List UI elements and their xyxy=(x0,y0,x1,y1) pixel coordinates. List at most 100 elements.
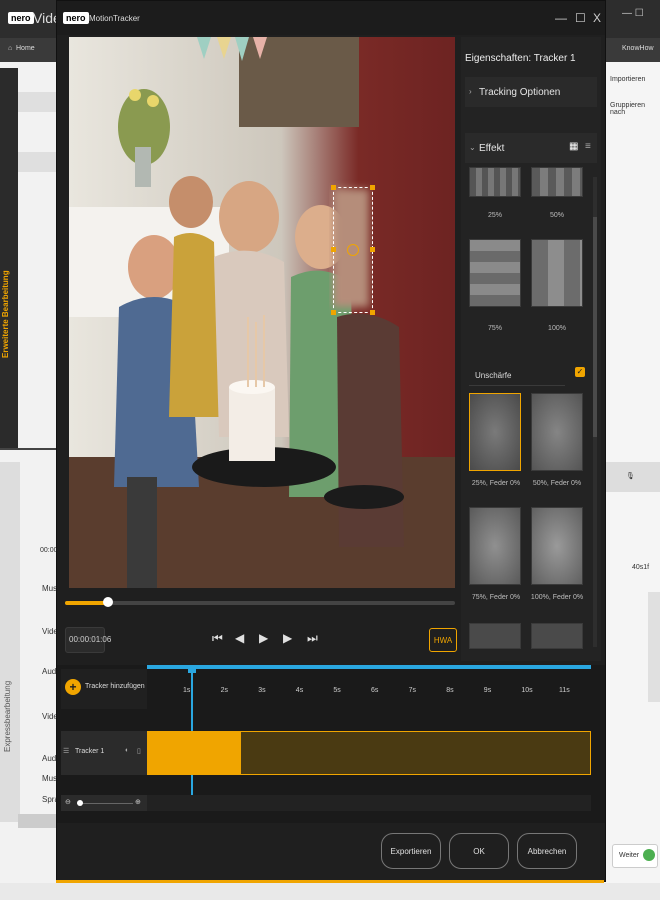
blur-thumb-75[interactable] xyxy=(469,507,521,585)
mosaic-thumb-75[interactable] xyxy=(469,239,521,307)
delete-icon[interactable]: ▯ xyxy=(137,747,141,755)
bg-mic-toolbar[interactable]: 🎙 xyxy=(604,462,660,492)
blur-section-label: Unschärfe xyxy=(475,371,512,380)
next-frame-icon[interactable]: ▶ xyxy=(283,631,292,645)
tracker-name: Tracker 1 xyxy=(75,748,105,755)
bg-thumb xyxy=(18,92,56,112)
bg-group-dropdown[interactable]: Gruppieren nach xyxy=(610,102,660,116)
tracker-bounding-box[interactable] xyxy=(331,185,375,315)
bg-side-tools[interactable] xyxy=(648,592,660,702)
effect-section[interactable]: ⌄ Effekt ▦ ≡ xyxy=(465,133,597,163)
bg-window-controls[interactable]: — ☐ xyxy=(622,8,644,19)
export-button[interactable]: Exportieren xyxy=(381,833,441,869)
bg-import-button[interactable]: Importieren xyxy=(610,76,645,83)
timeline-ruler[interactable]: 1s 2s 3s 4s 5s 6s 7s 8s 9s 10s 11s xyxy=(147,685,591,705)
hwa-label: HWA xyxy=(433,635,453,645)
tracking-options-section[interactable]: › Tracking Optionen xyxy=(465,77,597,107)
bg-next-label: Weiter xyxy=(619,852,640,859)
timeline-tick-label: 10s xyxy=(521,687,533,694)
bg-next-button[interactable]: Weiter xyxy=(612,844,658,868)
resize-handle[interactable] xyxy=(370,310,375,315)
properties-title: Eigenschaften: Tracker 1 xyxy=(465,53,576,64)
mosaic-thumb-100[interactable] xyxy=(531,239,583,307)
playhead-handle[interactable] xyxy=(188,665,196,673)
bg-express-edit-label: Expressbearbeitung xyxy=(3,680,12,752)
timeline-tick-label: 1s xyxy=(183,687,191,694)
bg-knowhow-tab[interactable]: KnowHow xyxy=(622,45,654,52)
zoom-control[interactable]: ⊖ ⊕ xyxy=(61,795,147,811)
tracking-options-label: Tracking Optionen xyxy=(479,87,561,98)
home-icon[interactable]: ⌂ xyxy=(8,45,12,52)
bg-express-strip[interactable]: Expressbearbeitung xyxy=(0,462,20,822)
blur-thumb-partial[interactable] xyxy=(469,623,521,649)
blur-thumb-50[interactable] xyxy=(531,393,583,471)
bg-advanced-edit-strip[interactable]: Erweiterte Bearbeitung xyxy=(0,68,18,448)
blur-label-50: 50%, Feder 0% xyxy=(532,480,582,487)
bg-view-toggle[interactable] xyxy=(18,814,56,828)
close-button[interactable]: X xyxy=(593,11,601,25)
tracker-tracked-range[interactable] xyxy=(148,732,241,774)
maximize-button[interactable]: ☐ xyxy=(575,11,586,25)
effect-label: Effekt xyxy=(479,143,505,154)
mosaic-thumb-50[interactable] xyxy=(531,167,583,197)
tracker-bar[interactable] xyxy=(147,731,591,775)
resize-handle[interactable] xyxy=(331,185,336,190)
video-frame-image xyxy=(69,37,455,588)
zoom-out-icon[interactable]: ⊖ xyxy=(65,798,71,806)
mosaic-label-100: 100% xyxy=(548,325,566,332)
blur-thumb-partial[interactable] xyxy=(531,623,583,649)
ok-button[interactable]: OK xyxy=(449,833,509,869)
properties-scrollbar-thumb[interactable] xyxy=(593,217,597,437)
resize-handle[interactable] xyxy=(331,247,336,252)
cancel-button[interactable]: Abbrechen xyxy=(517,833,577,869)
blur-thumb-25[interactable] xyxy=(469,393,521,471)
microphone-icon[interactable]: 🎙 xyxy=(626,472,635,480)
grid-view-icon[interactable]: ▦ xyxy=(569,141,578,152)
mosaic-label-25: 25% xyxy=(487,212,502,219)
timeline-scrollbar[interactable] xyxy=(147,795,591,811)
playback-progress[interactable] xyxy=(65,597,455,607)
tracker-row-header[interactable]: ☰ Tracker 1 ◐ ▯ xyxy=(61,731,147,775)
timeline-tick-label: 6s xyxy=(371,687,379,694)
tracker-center-icon[interactable] xyxy=(347,244,359,256)
previous-frame-icon[interactable]: ◀ xyxy=(235,631,244,645)
properties-panel: Eigenschaften: Tracker 1 › Tracking Opti… xyxy=(461,37,601,661)
bg-track-label: Aud xyxy=(42,754,57,763)
timecode-display: 00:00:01:06 xyxy=(65,627,111,653)
bg-home-tab[interactable]: Home xyxy=(16,45,35,52)
add-tracker-label: Tracker hinzufügen xyxy=(85,683,145,690)
timeline-tick-label: 9s xyxy=(483,687,492,694)
next-arrow-icon xyxy=(643,849,655,861)
plus-icon: + xyxy=(65,679,81,695)
skip-to-end-icon[interactable]: ⏭ xyxy=(307,631,318,646)
blur-checkbox[interactable]: ✓ xyxy=(575,367,585,377)
zoom-slider-track[interactable] xyxy=(77,803,133,804)
add-tracker-button[interactable]: + Tracker hinzufügen xyxy=(61,669,147,709)
play-icon[interactable]: ▶ xyxy=(259,631,268,645)
resize-handle[interactable] xyxy=(370,185,375,190)
timeline-tick-label: 4s xyxy=(295,687,304,694)
blur-thumb-100[interactable] xyxy=(531,507,583,585)
resize-handle[interactable] xyxy=(370,247,375,252)
zoom-in-icon[interactable]: ⊕ xyxy=(135,798,141,806)
bg-track-label: Mus xyxy=(42,584,58,593)
zoom-slider-knob[interactable] xyxy=(77,800,83,806)
ok-label: OK xyxy=(473,846,485,856)
skip-to-start-icon[interactable]: ⏮ xyxy=(212,631,223,646)
motiontracker-dialog: nero MotionTracker — ☐ X 00:00:01:06 ⏮ ◀… xyxy=(56,0,606,882)
bg-divider xyxy=(0,448,56,450)
list-settings-icon[interactable]: ≡ xyxy=(585,141,591,152)
timeline-tick-label: 5s xyxy=(333,687,341,694)
bg-nero-logo: nero xyxy=(8,12,34,24)
timeline-area: + Tracker hinzufügen 1s 2s 3s 4s 5s 6s 7s 8s 9s 1… xyxy=(57,665,605,823)
minimize-button[interactable]: — xyxy=(555,11,567,25)
mosaic-thumb-25[interactable] xyxy=(469,167,521,197)
resize-handle[interactable] xyxy=(331,310,336,315)
properties-scrollbar[interactable] xyxy=(593,177,597,647)
drag-handle-icon[interactable]: ☰ xyxy=(63,747,69,755)
visibility-icon[interactable]: ◐ xyxy=(125,747,129,754)
playhead[interactable] xyxy=(188,665,196,795)
hwa-button[interactable]: HWA xyxy=(429,628,457,652)
video-preview[interactable] xyxy=(69,37,455,588)
playback-progress-knob[interactable] xyxy=(102,597,113,607)
